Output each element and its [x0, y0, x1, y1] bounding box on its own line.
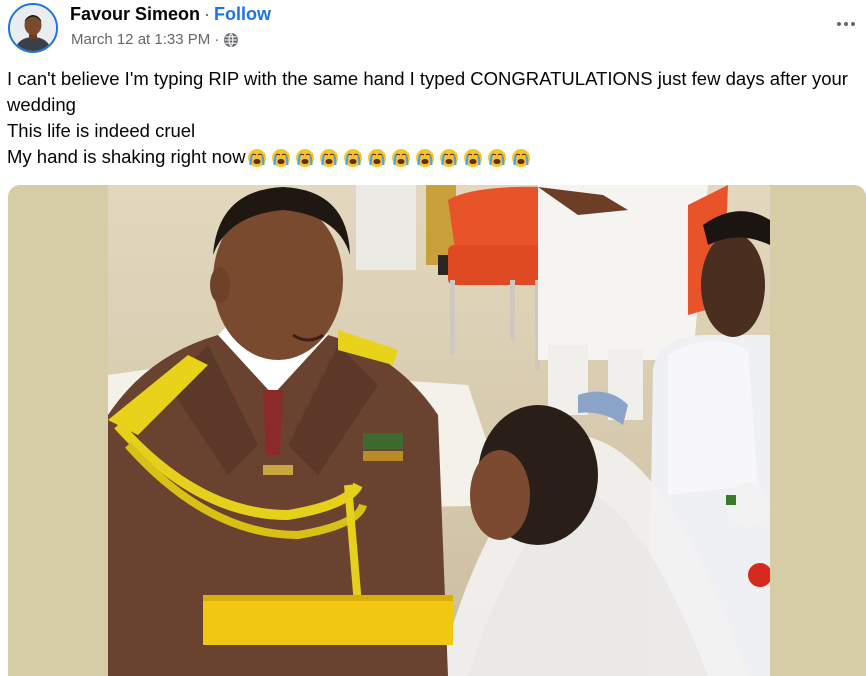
post-meta: March 12 at 1:33 PM ·: [71, 31, 239, 48]
author-name[interactable]: Favour Simeon: [70, 4, 200, 24]
follow-button[interactable]: Follow: [214, 4, 271, 24]
author-line: Favour Simeon · Follow: [70, 4, 271, 25]
post-line-3: My hand is shaking right now: [7, 144, 857, 170]
globe-icon[interactable]: [223, 32, 239, 48]
post-line-1: I can't believe I'm typing RIP with the …: [7, 68, 848, 115]
loudly-crying-face-emoji: [367, 148, 387, 168]
photo-frame[interactable]: [8, 185, 866, 676]
loudly-crying-face-emoji: [295, 148, 315, 168]
loudly-crying-face-emoji: [343, 148, 363, 168]
loudly-crying-face-emoji: [487, 148, 507, 168]
loudly-crying-face-emoji: [319, 148, 339, 168]
loudly-crying-face-emoji: [247, 148, 267, 168]
post-text: I can't believe I'm typing RIP with the …: [7, 66, 857, 170]
more-options-icon[interactable]: [834, 12, 858, 36]
wedding-photo[interactable]: [108, 185, 770, 676]
facebook-post: Favour Simeon · Follow March 12 at 1:33 PM…: [0, 0, 866, 676]
loudly-crying-face-emoji: [439, 148, 459, 168]
loudly-crying-face-emoji: [391, 148, 411, 168]
author-avatar[interactable]: [8, 3, 58, 53]
loudly-crying-face-emoji: [271, 148, 291, 168]
emoji-row: [247, 148, 535, 168]
loudly-crying-face-emoji: [511, 148, 531, 168]
post-timestamp[interactable]: March 12 at 1:33 PM: [71, 31, 210, 48]
meta-separator: ·: [214, 31, 220, 48]
loudly-crying-face-emoji: [463, 148, 483, 168]
loudly-crying-face-emoji: [415, 148, 435, 168]
post-line-3-text: My hand is shaking right now: [7, 146, 246, 167]
name-separator: ·: [204, 4, 211, 24]
post-line-2: This life is indeed cruel: [7, 120, 196, 141]
